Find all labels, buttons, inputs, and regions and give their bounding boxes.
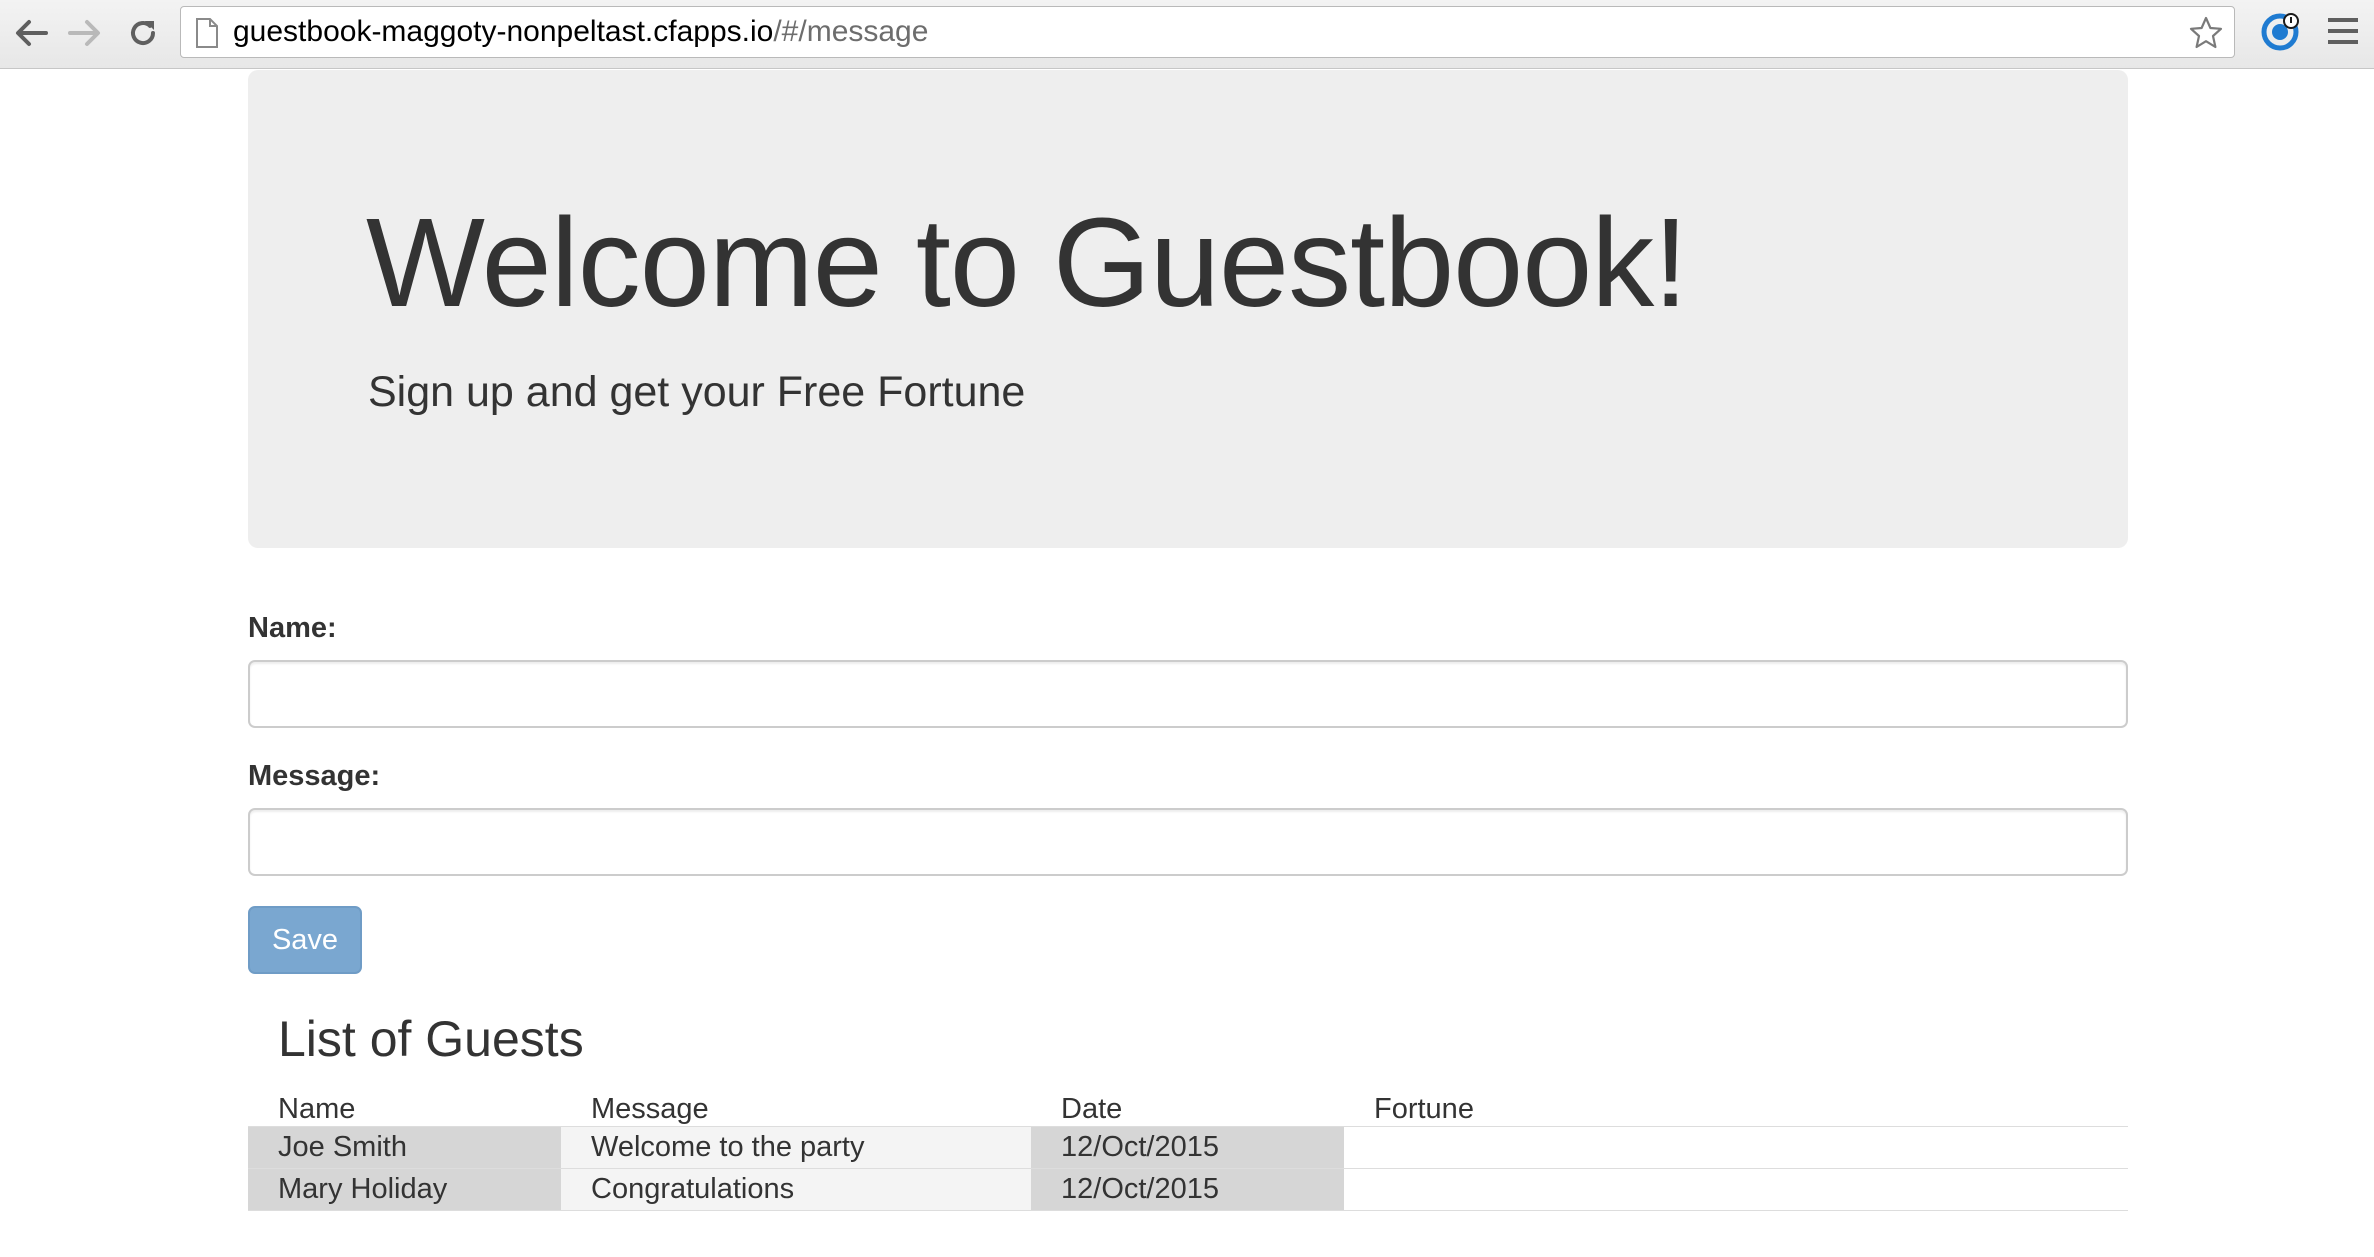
- url-text: guestbook-maggoty-nonpeltast.cfapps.io/#…: [233, 7, 928, 57]
- back-arrow-icon: [16, 20, 48, 46]
- table-row: Mary Holiday Congratulations 12/Oct/2015: [248, 1168, 2128, 1211]
- extension-icon[interactable]: [2260, 12, 2300, 52]
- browser-toolbar: guestbook-maggoty-nonpeltast.cfapps.io/#…: [0, 0, 2374, 69]
- back-button[interactable]: [8, 10, 54, 56]
- menu-icon[interactable]: [2326, 16, 2360, 46]
- column-header-fortune: Fortune: [1344, 1084, 2128, 1127]
- guest-table: Name Message Date Fortune Joe Smith Welc…: [248, 1084, 2128, 1211]
- star-icon[interactable]: [2188, 15, 2224, 51]
- address-bar[interactable]: guestbook-maggoty-nonpeltast.cfapps.io/#…: [180, 6, 2235, 58]
- name-label: Name:: [248, 612, 337, 644]
- page-title: Welcome to Guestbook!: [366, 192, 1688, 333]
- reload-icon: [131, 21, 156, 46]
- forward-button[interactable]: [62, 10, 108, 56]
- message-label: Message:: [248, 760, 381, 792]
- forward-arrow-icon: [68, 20, 100, 46]
- table-row: Joe Smith Welcome to the party 12/Oct/20…: [248, 1126, 2128, 1169]
- column-header-date: Date: [1031, 1084, 1344, 1127]
- page-subtitle: Sign up and get your Free Fortune: [368, 368, 1026, 416]
- cell-date: 12/Oct/2015: [1031, 1126, 1344, 1169]
- cell-fortune: [1344, 1126, 2128, 1169]
- cell-date: 12/Oct/2015: [1031, 1168, 1344, 1211]
- cell-message: Welcome to the party: [561, 1126, 1031, 1169]
- page-icon: [196, 18, 218, 48]
- table-header-row: Name Message Date Fortune: [248, 1084, 2128, 1127]
- message-field[interactable]: [248, 808, 2128, 876]
- guest-list-title: List of Guests: [278, 1011, 584, 1067]
- reload-button[interactable]: [120, 10, 166, 56]
- cell-name: Joe Smith: [248, 1126, 561, 1169]
- url-path: /#/message: [773, 15, 929, 48]
- jumbotron: Welcome to Guestbook! Sign up and get yo…: [248, 70, 2128, 548]
- name-field[interactable]: [248, 660, 2128, 728]
- column-header-name: Name: [248, 1084, 561, 1127]
- cell-name: Mary Holiday: [248, 1168, 561, 1211]
- url-host: guestbook-maggoty-nonpeltast.cfapps.io: [233, 15, 774, 48]
- column-header-message: Message: [561, 1084, 1031, 1127]
- save-button[interactable]: Save: [248, 906, 362, 974]
- cell-message: Congratulations: [561, 1168, 1031, 1211]
- cell-fortune: [1344, 1168, 2128, 1211]
